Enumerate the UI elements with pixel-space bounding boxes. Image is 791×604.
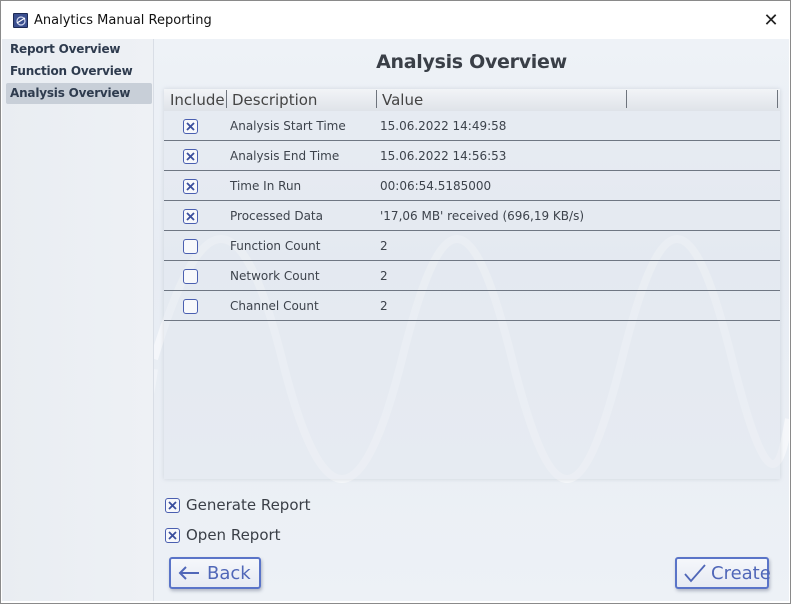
analysis-grid: Include Description Value Analysis Start… (164, 89, 780, 479)
row-value: 2 (380, 239, 388, 253)
sidebar-item-label: Report Overview (10, 42, 121, 56)
table-row[interactable]: Network Count 2 (164, 261, 780, 291)
column-separator[interactable] (626, 90, 627, 108)
grid-header: Include Description Value (164, 89, 780, 111)
row-description: Time In Run (230, 179, 302, 193)
table-row[interactable]: Time In Run 00:06:54.5185000 (164, 171, 780, 201)
include-checkbox[interactable] (183, 299, 198, 314)
close-icon: ✕ (763, 9, 779, 30)
column-header-value[interactable]: Value (382, 90, 423, 110)
sidebar-item-analysis-overview[interactable]: Analysis Overview (6, 83, 152, 104)
sidebar-item-function-overview[interactable]: Function Overview (6, 61, 152, 82)
app-window: Analytics Manual Reporting ✕ Report Over… (0, 0, 791, 604)
row-value: '17,06 MB' received (696,19 KB/s) (380, 209, 585, 223)
column-header-description[interactable]: Description (232, 90, 317, 110)
table-row[interactable]: Analysis End Time 15.06.2022 14:56:53 (164, 141, 780, 171)
row-value: 15.06.2022 14:56:53 (380, 149, 507, 163)
sidebar-item-label: Function Overview (10, 64, 133, 78)
check-x-icon (168, 500, 177, 510)
include-checkbox[interactable] (183, 209, 198, 224)
window-title: Analytics Manual Reporting (34, 13, 212, 28)
column-separator[interactable] (777, 90, 778, 108)
sidebar-item-label: Analysis Overview (10, 86, 131, 100)
content-area: Report Overview Function Overview Analys… (2, 39, 789, 601)
table-row[interactable]: Analysis Start Time 15.06.2022 14:49:58 (164, 111, 780, 141)
arrow-left-icon (177, 565, 201, 581)
include-checkbox[interactable] (183, 269, 198, 284)
row-description: Channel Count (230, 299, 319, 313)
back-button[interactable]: Back (169, 557, 261, 589)
generate-report-checkbox[interactable]: Generate Report (165, 496, 311, 514)
open-report-checkbox[interactable]: Open Report (165, 526, 281, 544)
row-description: Analysis Start Time (230, 119, 346, 133)
title-bar[interactable]: Analytics Manual Reporting ✕ (1, 1, 790, 39)
check-x-icon (168, 530, 177, 540)
row-value: 00:06:54.5185000 (380, 179, 492, 193)
open-report-check[interactable] (165, 527, 180, 543)
include-checkbox[interactable] (183, 239, 198, 254)
generate-report-label: Generate Report (186, 496, 311, 514)
column-separator[interactable] (226, 90, 227, 108)
page-title: Analysis Overview (376, 51, 567, 73)
row-description: Analysis End Time (230, 149, 340, 163)
column-separator[interactable] (376, 90, 377, 108)
sidebar-item-report-overview[interactable]: Report Overview (6, 39, 152, 60)
row-description: Processed Data (230, 209, 323, 223)
check-x-icon (186, 122, 195, 131)
table-row[interactable]: Processed Data '17,06 MB' received (696,… (164, 201, 780, 231)
close-button[interactable]: ✕ (758, 7, 784, 33)
column-header-include[interactable]: Include (170, 90, 225, 110)
check-x-icon (186, 212, 195, 221)
row-value: 15.06.2022 14:49:58 (380, 119, 507, 133)
row-value: 2 (380, 299, 388, 313)
include-checkbox[interactable] (183, 149, 198, 164)
generate-report-check[interactable] (165, 497, 180, 513)
include-checkbox[interactable] (183, 179, 198, 194)
app-icon (13, 13, 28, 28)
include-checkbox[interactable] (183, 119, 198, 134)
create-button-label: Create (711, 562, 771, 584)
back-button-label: Back (207, 562, 251, 584)
row-value: 2 (380, 269, 388, 283)
row-description: Network Count (230, 269, 320, 283)
checkmark-icon (683, 563, 707, 583)
table-row[interactable]: Function Count 2 (164, 231, 780, 261)
sidebar: Report Overview Function Overview Analys… (2, 39, 154, 601)
table-row[interactable]: Channel Count 2 (164, 291, 780, 321)
check-x-icon (186, 182, 195, 191)
open-report-label: Open Report (186, 526, 281, 544)
check-x-icon (186, 152, 195, 161)
create-button[interactable]: Create (675, 557, 771, 589)
row-description: Function Count (230, 239, 321, 253)
